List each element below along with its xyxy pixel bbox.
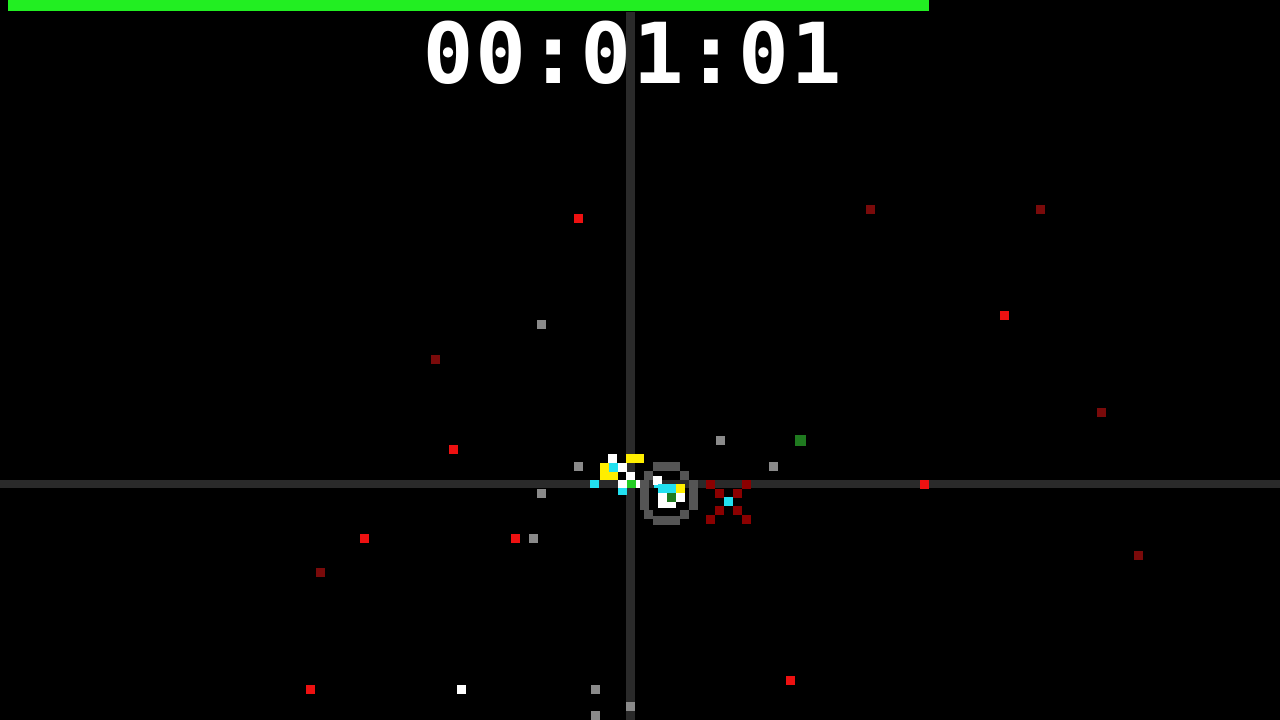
gray-particle [626,702,635,711]
gray-particle [591,685,600,694]
red-particle [1000,311,1009,320]
gray-particle [716,436,725,445]
ring-enemy [640,462,698,525]
dark-red-particle [1097,408,1106,417]
gray-particle [537,320,546,329]
gray-particle [591,711,600,720]
dark-red-particle [866,205,875,214]
red-particle [306,685,315,694]
dark-red-particle [431,355,440,364]
gray-particle [537,489,546,498]
red-particle [360,534,369,543]
red-particle [511,534,520,543]
dark-red-particle [1036,205,1045,214]
dark-red-particle [316,568,325,577]
game-canvas[interactable]: 00:01:01 [0,0,1280,720]
gray-particle [769,462,778,471]
red-particle [449,445,458,454]
dark-red-particle [1134,551,1143,560]
elapsed-timer: 00:01:01 [422,5,844,103]
red-particle [574,214,583,223]
red-particle [786,676,795,685]
vertical-axis-line [626,12,635,720]
gray-particle [529,534,538,543]
red-particle [920,480,929,489]
green-particle [795,435,806,446]
gray-particle [574,462,583,471]
white-particle [457,685,466,694]
x-enemy [706,480,751,524]
